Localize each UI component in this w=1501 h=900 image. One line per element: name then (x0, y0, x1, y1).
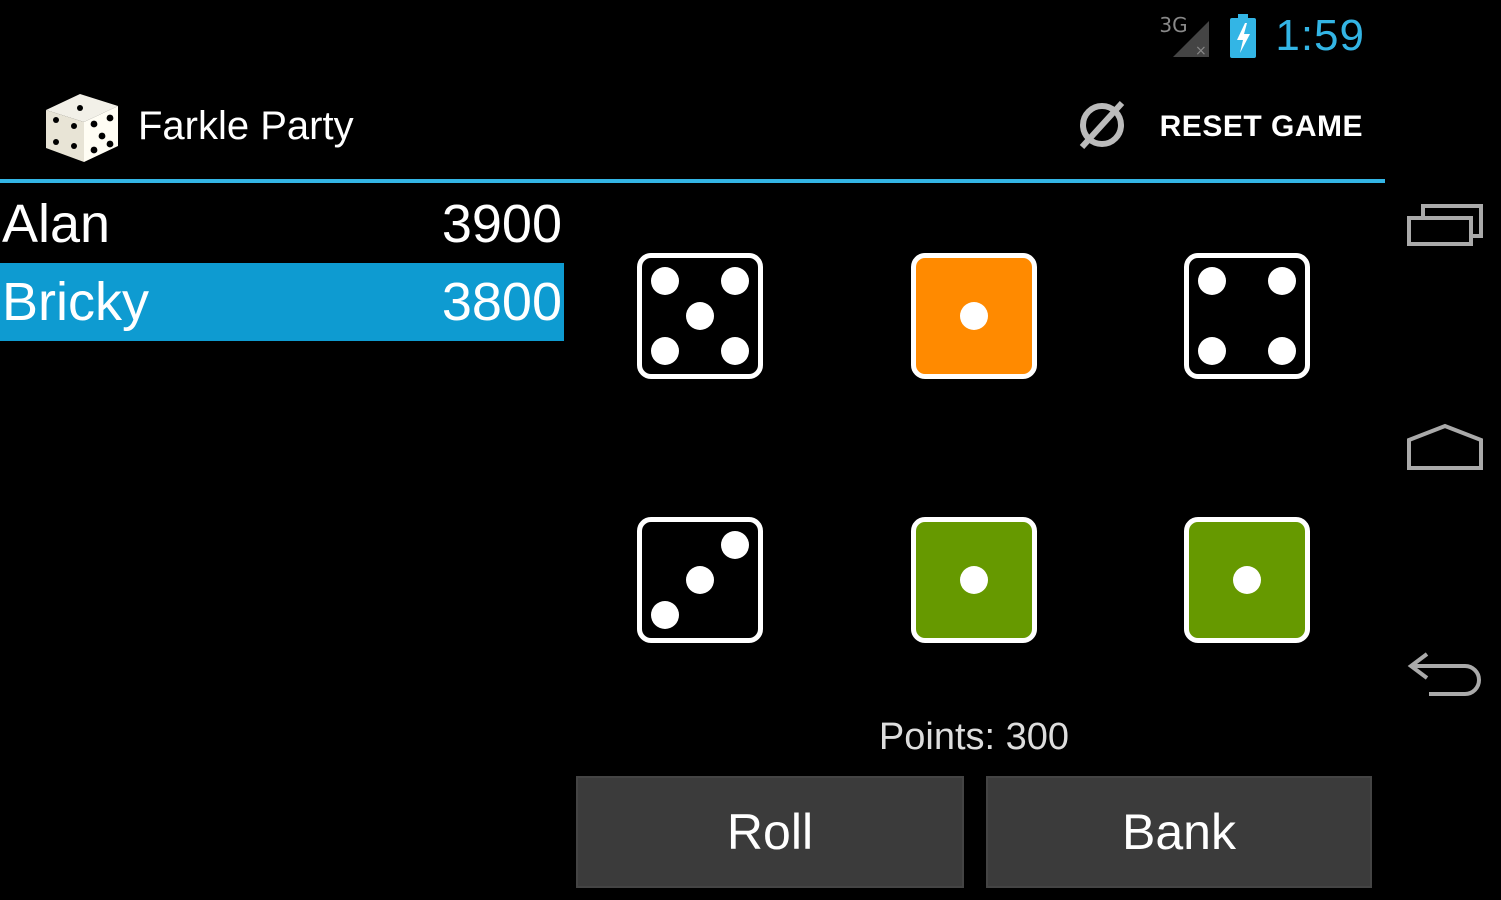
reset-icon (1074, 97, 1130, 158)
die-pip (1198, 336, 1227, 365)
status-icons: 3G × 1:59 (1159, 10, 1365, 62)
die-1[interactable] (637, 253, 763, 379)
die-pip (1267, 267, 1296, 296)
battery-icon (1229, 13, 1257, 59)
die-pip (720, 336, 749, 365)
svg-text:×: × (1195, 43, 1207, 59)
die-2[interactable] (911, 253, 1037, 379)
die-pip (651, 336, 680, 365)
player-name: Alan (2, 194, 111, 254)
navigation-bar (1385, 0, 1501, 900)
player-list: Alan 3900 Bricky 3800 (0, 185, 564, 341)
action-bar-divider (0, 179, 1385, 183)
player-row-bricky[interactable]: Bricky 3800 (0, 263, 564, 341)
die-pip (686, 302, 714, 330)
status-bar: 3G × 1:59 (0, 0, 1385, 72)
die-4[interactable] (637, 517, 763, 643)
roll-button[interactable]: Roll (576, 776, 964, 888)
signal-icon: 3G × (1159, 13, 1211, 59)
die-5[interactable] (911, 517, 1037, 643)
recent-apps-icon[interactable] (1403, 196, 1487, 260)
app-title: Farkle Party (138, 104, 354, 148)
reset-game-label: RESET GAME (1159, 110, 1363, 143)
back-icon[interactable] (1403, 642, 1487, 706)
die-pip (1198, 267, 1227, 296)
player-row-alan[interactable]: Alan 3900 (0, 185, 564, 263)
reset-game-button[interactable]: RESET GAME (1074, 92, 1363, 162)
player-score: 3900 (441, 194, 562, 254)
die-6[interactable] (1184, 517, 1310, 643)
die-pip (686, 566, 714, 594)
dice-icon (40, 90, 124, 164)
die-pip (720, 267, 749, 296)
die-pip (960, 566, 988, 594)
die-pip (1267, 336, 1296, 365)
player-name: Bricky (2, 272, 149, 332)
die-pip (960, 302, 988, 330)
player-score: 3800 (441, 272, 562, 332)
bank-button[interactable]: Bank (986, 776, 1372, 888)
home-icon[interactable] (1403, 418, 1487, 482)
clock: 1:59 (1275, 11, 1365, 60)
points-label: Points: 300 (878, 716, 1070, 758)
die-3[interactable] (1184, 253, 1310, 379)
action-bar: Farkle Party RESET GAME (0, 72, 1385, 180)
die-pip (720, 531, 749, 560)
die-pip (651, 267, 680, 296)
network-type: 3G (1159, 13, 1188, 37)
die-pip (651, 600, 680, 629)
die-pip (1233, 566, 1261, 594)
